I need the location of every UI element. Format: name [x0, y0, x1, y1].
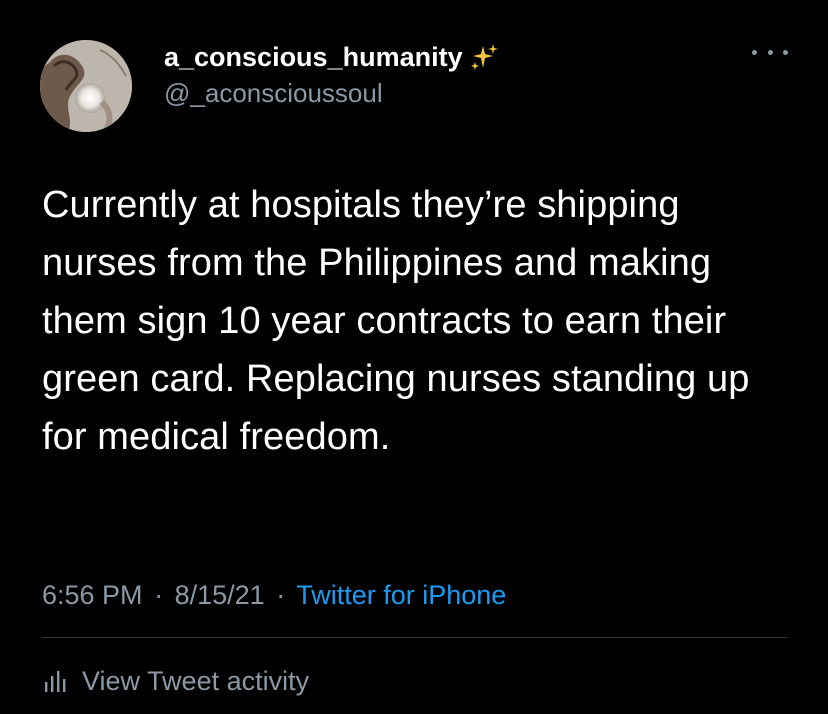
meta-separator: · — [276, 580, 286, 610]
view-tweet-activity-button[interactable]: View Tweet activity — [42, 662, 309, 700]
tweet-meta: 6:56 PM · 8/15/21 · Twitter for iPhone — [42, 576, 506, 614]
divider — [42, 637, 788, 638]
more-options-icon[interactable] — [752, 40, 788, 64]
analytics-icon — [45, 671, 66, 692]
display-name[interactable]: a_conscious_humanity — [164, 40, 499, 74]
tweet-date[interactable]: 8/15/21 — [175, 580, 265, 610]
display-name-text: a_conscious_humanity — [164, 42, 463, 72]
more-dot — [767, 49, 773, 55]
view-tweet-activity-label: View Tweet activity — [82, 666, 310, 696]
sparkles-icon — [469, 42, 499, 72]
tweet-text: Currently at hospitals they’re shipping … — [42, 184, 750, 458]
avatar-image — [40, 40, 132, 132]
tweet-time[interactable]: 6:56 PM — [42, 580, 143, 610]
user-handle[interactable]: @_aconscioussoul — [164, 76, 499, 110]
avatar[interactable] — [40, 40, 132, 132]
tweet-card: a_conscious_humanity @_aconscioussoul Cu… — [0, 0, 828, 714]
tweet-source-link[interactable]: Twitter for iPhone — [296, 580, 506, 610]
meta-separator: · — [154, 580, 164, 610]
more-dot — [752, 49, 757, 55]
user-info: a_conscious_humanity @_aconscioussoul — [164, 40, 499, 110]
more-dot — [783, 49, 788, 55]
